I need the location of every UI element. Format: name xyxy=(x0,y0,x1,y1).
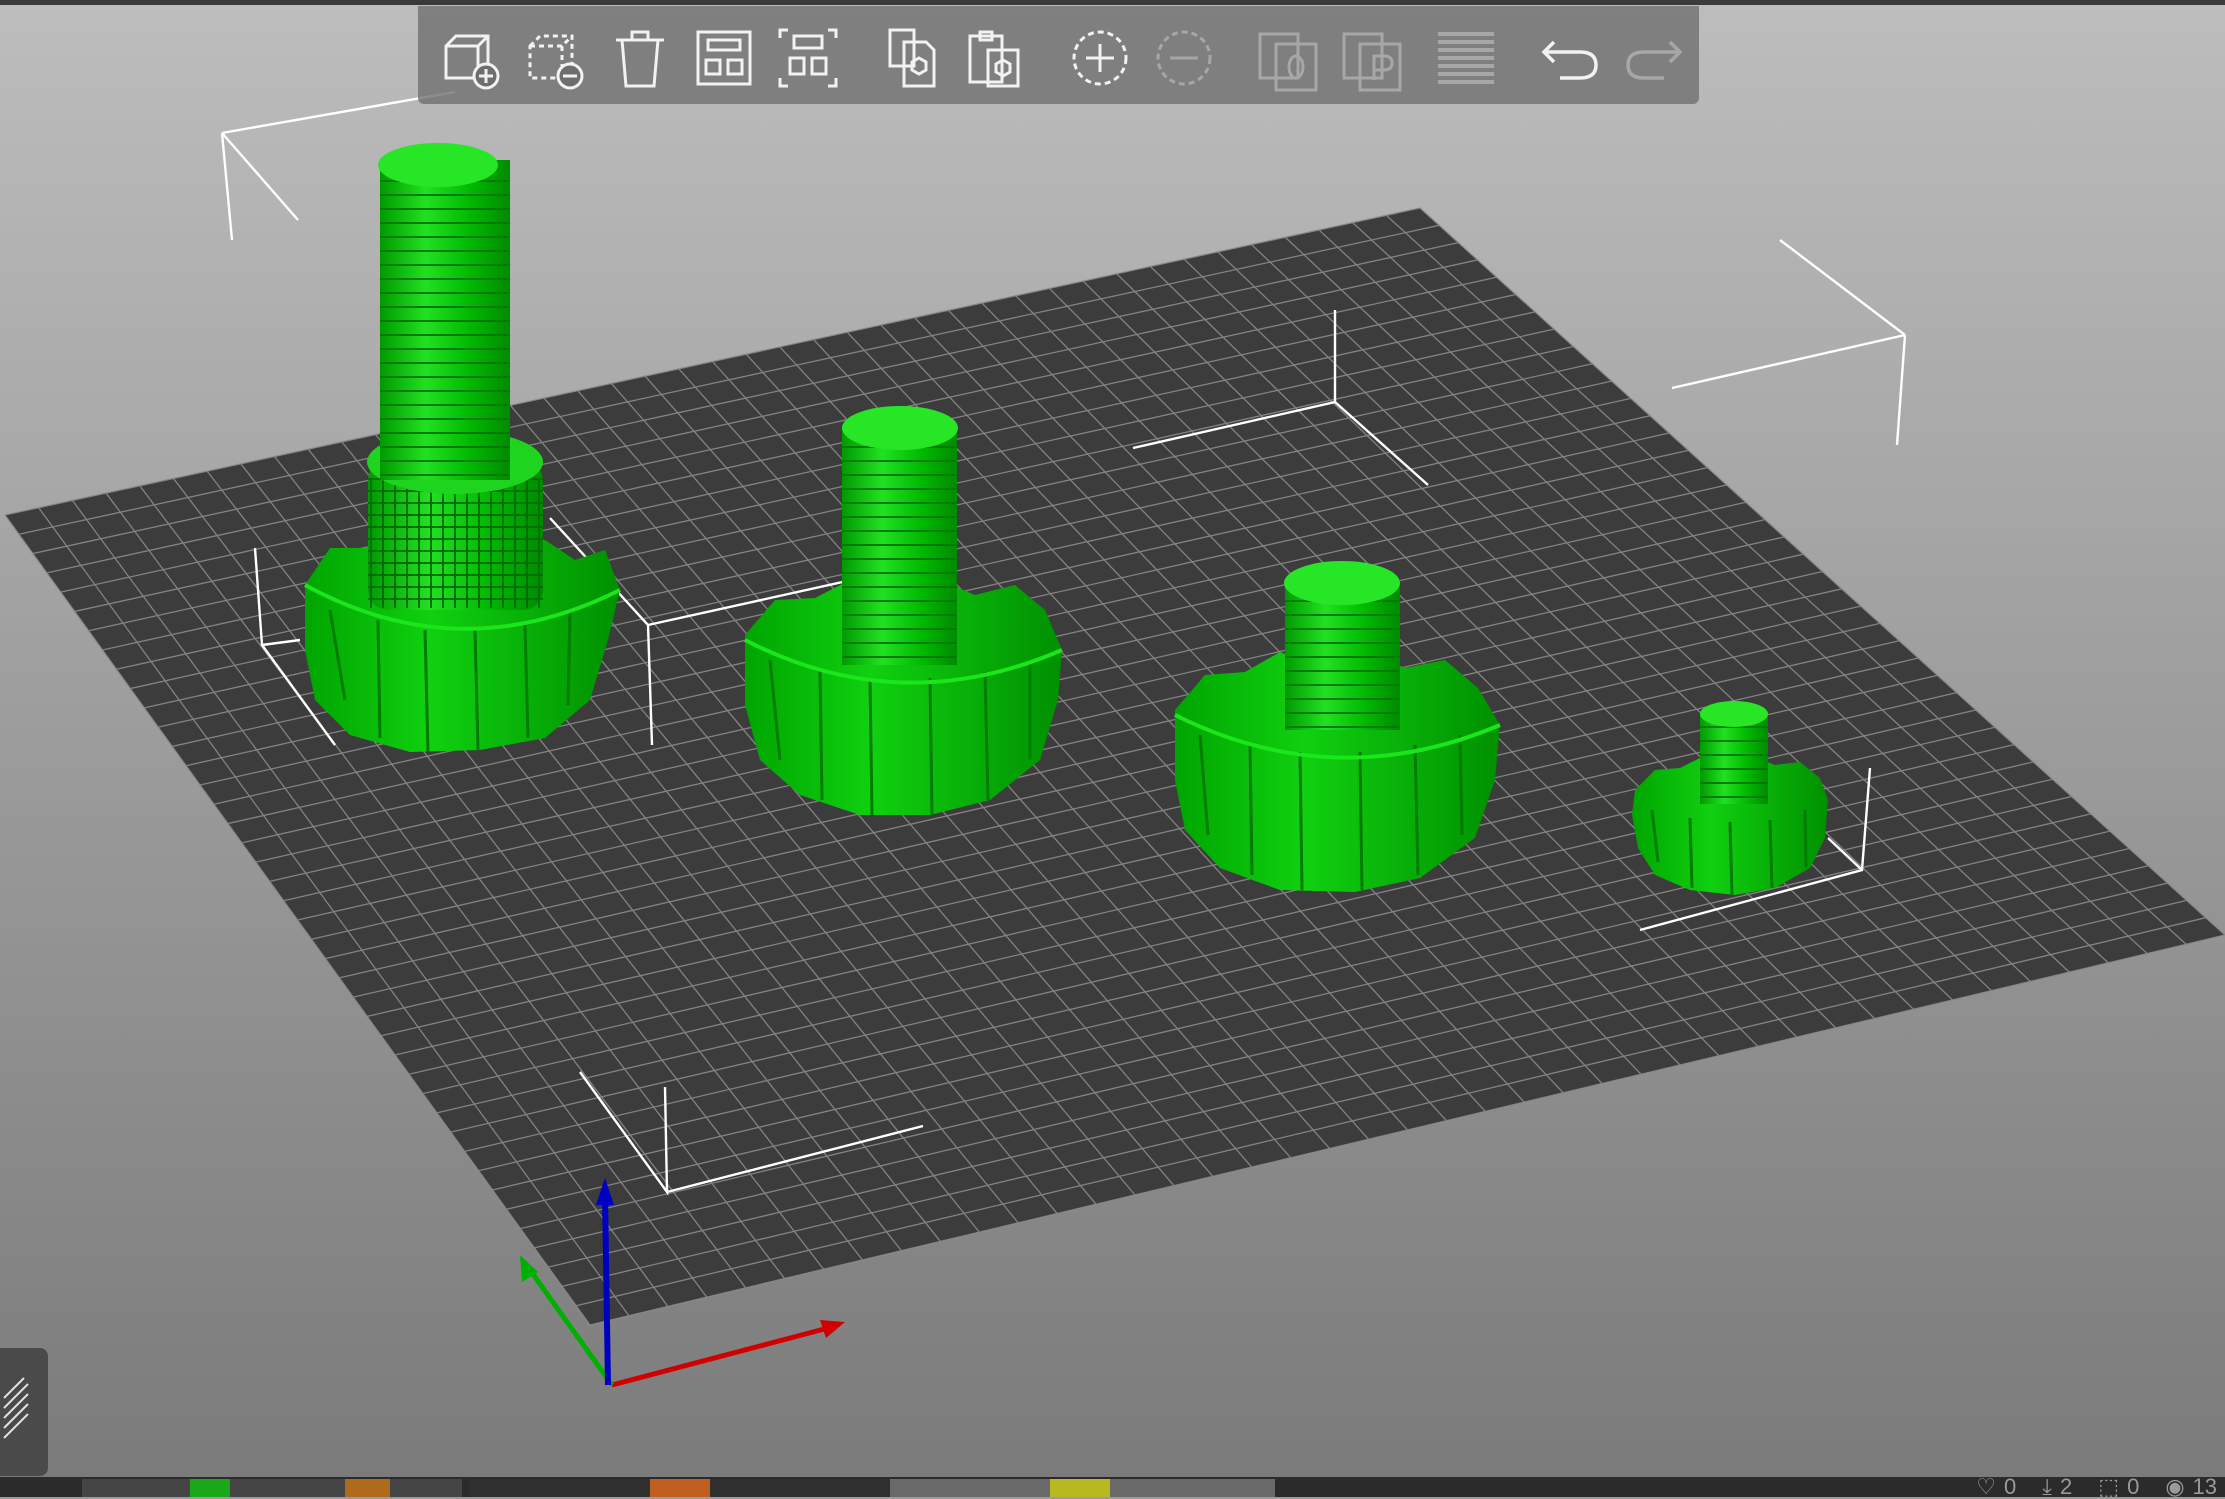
undo-icon xyxy=(1541,40,1598,80)
likes-stat: ♡ 0 xyxy=(1976,1474,2017,1499)
delete-button[interactable] xyxy=(518,20,594,96)
thumbnail-orange xyxy=(345,1479,390,1497)
thumbnail-green xyxy=(190,1479,230,1497)
cube-icon: ⬚ xyxy=(2098,1474,2120,1499)
copy-button[interactable] xyxy=(874,20,950,96)
arrange-selection-icon xyxy=(778,28,838,88)
layers-icon xyxy=(3,1377,29,1439)
add-button[interactable] xyxy=(434,20,510,96)
delete-all-button[interactable] xyxy=(602,20,678,96)
delete-all-icon xyxy=(616,30,664,88)
split-objects-button[interactable] xyxy=(1250,20,1326,96)
add-object-icon xyxy=(444,34,500,90)
eye-icon: ◉ xyxy=(2165,1474,2185,1499)
paste-button[interactable] xyxy=(958,20,1034,96)
copy-icon xyxy=(888,28,936,88)
downloads-stat: ⤓ 2 xyxy=(2042,1474,2073,1499)
add-instance-icon xyxy=(1072,30,1128,86)
arrange-icon xyxy=(696,30,752,86)
remove-instance-button[interactable] xyxy=(1146,20,1222,96)
arrange-selection-button[interactable] xyxy=(770,20,846,96)
plater-toolbar xyxy=(418,6,1699,104)
split-to-objects-icon xyxy=(1258,32,1318,92)
3d-viewport[interactable] xyxy=(0,0,2225,1497)
arrange-button[interactable] xyxy=(686,20,762,96)
window-top-edge xyxy=(0,0,2225,5)
download-icon: ⤓ xyxy=(2042,1474,2053,1499)
heart-icon: ♡ xyxy=(1976,1474,1997,1499)
remove-object-icon xyxy=(528,34,584,90)
split-parts-button[interactable] xyxy=(1334,20,1410,96)
thumbnail-yellow xyxy=(1050,1479,1110,1497)
remove-instance-icon xyxy=(1156,30,1212,86)
model-stats: ♡ 0 ⤓ 2 ⬚ 0 ◉ 13 xyxy=(1976,1474,2217,1499)
redo-icon xyxy=(1626,40,1683,80)
models-stat: ⬚ 0 xyxy=(2098,1474,2140,1499)
layers-editing-button[interactable] xyxy=(0,1348,48,1476)
thumbnail-red xyxy=(650,1479,710,1497)
views-stat: ◉ 13 xyxy=(2165,1474,2217,1499)
thumbnail-strip-1[interactable] xyxy=(82,1479,462,1497)
split-to-parts-icon xyxy=(1342,32,1402,92)
redo-button[interactable] xyxy=(1616,20,1692,96)
undo-button[interactable] xyxy=(1532,20,1608,96)
variable-layer-height-button[interactable] xyxy=(1428,20,1504,96)
paste-icon xyxy=(968,30,1020,88)
variable-layer-height-icon xyxy=(1438,32,1494,84)
add-instance-button[interactable] xyxy=(1062,20,1138,96)
scene-canvas[interactable] xyxy=(0,0,2225,1497)
